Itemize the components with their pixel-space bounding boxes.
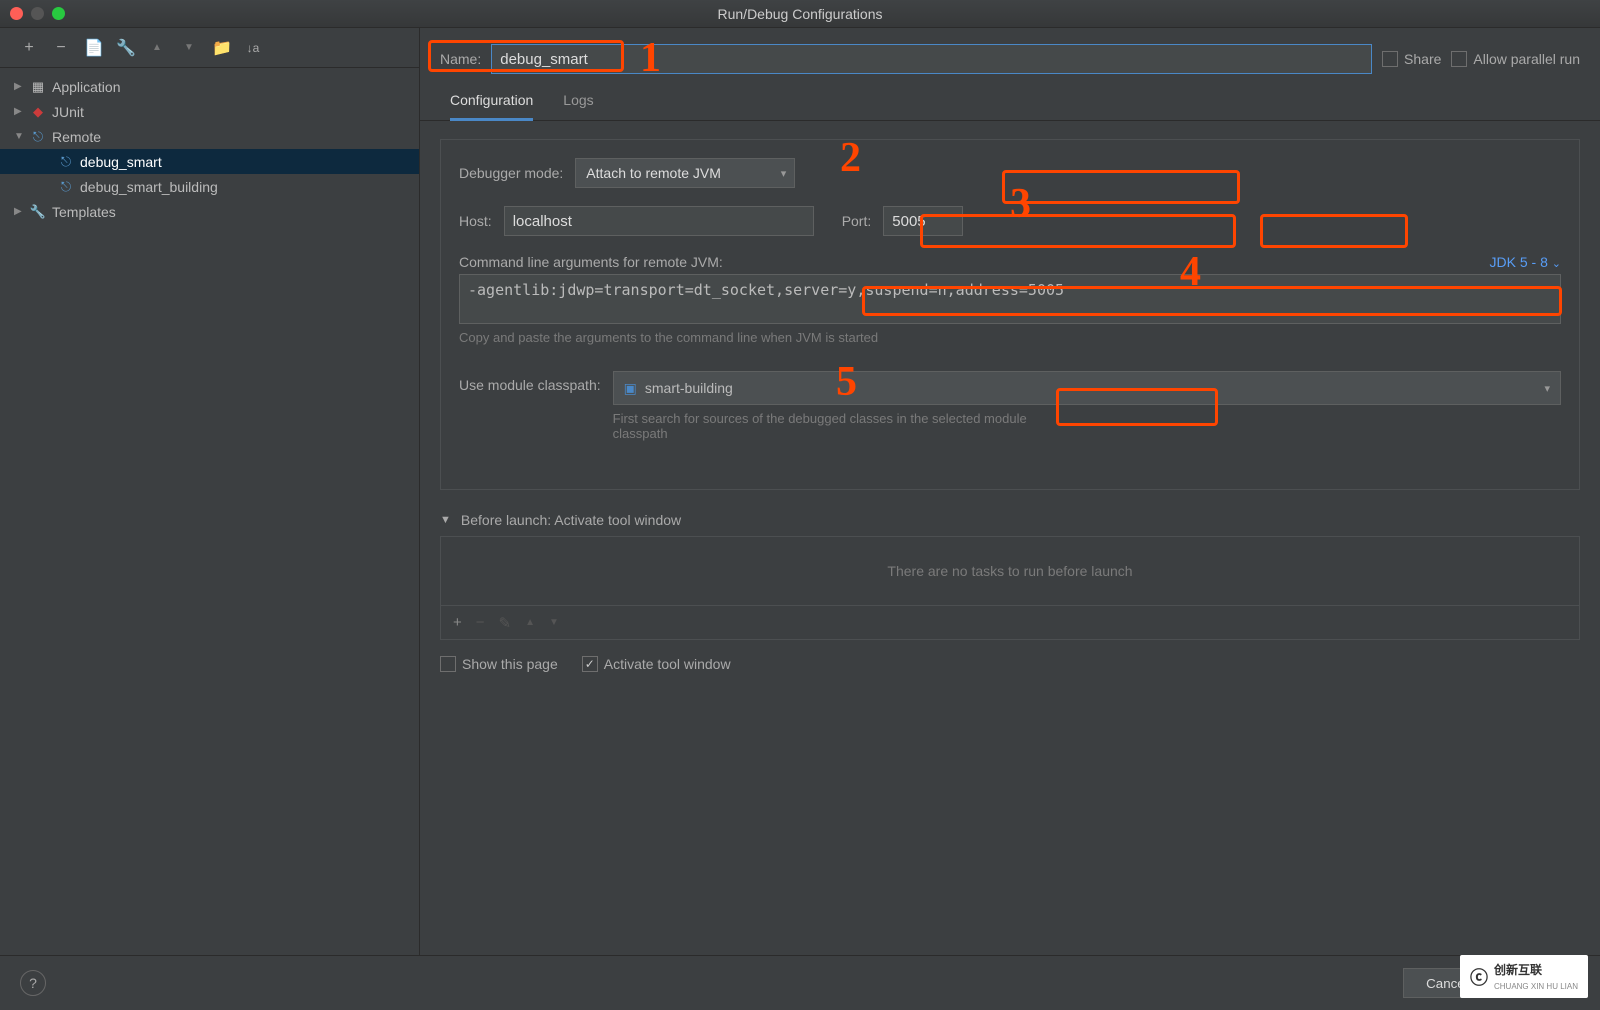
right-panel: Name: Share Allow parallel run Configura…	[420, 28, 1600, 955]
watermark-subtext: CHUANG XIN HU LIAN	[1494, 982, 1578, 991]
templates-icon: 🔧	[28, 204, 48, 220]
debugger-mode-select[interactable]: Attach to remote JVM	[575, 158, 795, 188]
activate-label: Activate tool window	[604, 656, 731, 672]
cmdline-hint: Copy and paste the arguments to the comm…	[459, 330, 1561, 345]
checkbox-icon	[1451, 51, 1467, 67]
tree-label: debug_smart	[80, 154, 162, 170]
name-label: Name:	[440, 51, 481, 67]
tab-configuration[interactable]: Configuration	[450, 92, 533, 121]
share-checkbox[interactable]: Share	[1382, 51, 1441, 67]
tree-label: debug_smart_building	[80, 179, 218, 195]
config-tree: ▶ ▦ Application ▶ ◆ JUnit ▼ ⎋ Remote ⎋ d…	[0, 68, 419, 955]
name-row: Name: Share Allow parallel run	[420, 28, 1600, 82]
tree-node-application[interactable]: ▶ ▦ Application	[0, 74, 419, 99]
module-classpath-select[interactable]: ▣ smart-building	[613, 371, 1561, 405]
checkbox-icon	[1382, 51, 1398, 67]
before-launch-options: Show this page Activate tool window	[440, 656, 1580, 672]
tab-logs[interactable]: Logs	[563, 92, 593, 120]
move-up-button[interactable]: ▲	[148, 42, 166, 53]
name-input[interactable]	[491, 44, 1372, 74]
titlebar: Run/Debug Configurations	[0, 0, 1600, 28]
before-launch-header[interactable]: ▼ Before launch: Activate tool window	[440, 512, 1580, 528]
tree-label: Application	[52, 79, 121, 95]
remote-icon: ⎋	[28, 129, 48, 145]
module-value: smart-building	[645, 380, 733, 396]
watermark: ⓒ 创新互联 CHUANG XIN HU LIAN	[1460, 955, 1588, 998]
module-label: Use module classpath:	[459, 377, 601, 393]
copy-config-button[interactable]: 📄	[84, 38, 102, 58]
folder-icon: ▣	[624, 380, 637, 397]
chevron-down-icon: ▼	[14, 131, 28, 142]
chevron-down-icon: ▼	[440, 514, 451, 526]
before-launch-title: Before launch: Activate tool window	[461, 512, 681, 528]
move-task-down-button[interactable]: ▼	[549, 617, 559, 628]
move-down-button[interactable]: ▼	[180, 42, 198, 53]
show-page-label: Show this page	[462, 656, 558, 672]
tree-node-remote[interactable]: ▼ ⎋ Remote	[0, 124, 419, 149]
debugger-mode-label: Debugger mode:	[459, 165, 563, 181]
tree-label: Templates	[52, 204, 116, 220]
cmdline-header-row: Command line arguments for remote JVM: J…	[459, 254, 1561, 270]
window-title: Run/Debug Configurations	[0, 6, 1600, 22]
folder-button[interactable]: 📁	[212, 38, 230, 58]
host-port-row: Host: Port:	[459, 206, 1561, 236]
cmdline-label: Command line arguments for remote JVM:	[459, 254, 723, 270]
debugger-mode-row: Debugger mode: Attach to remote JVM	[459, 158, 1561, 188]
remove-task-button[interactable]: −	[476, 614, 485, 631]
junit-icon: ◆	[28, 104, 48, 120]
tree-node-debug-smart-building[interactable]: ⎋ debug_smart_building	[0, 174, 419, 199]
content: + − 📄 🔧 ▲ ▼ 📁 ↓a ▶ ▦ Application ▶ ◆ JUn…	[0, 28, 1600, 955]
host-label: Host:	[459, 213, 492, 229]
tree-node-debug-smart[interactable]: ⎋ debug_smart	[0, 149, 419, 174]
host-input[interactable]	[504, 206, 814, 236]
parallel-label: Allow parallel run	[1473, 51, 1580, 67]
port-input[interactable]	[883, 206, 963, 236]
before-launch-toolbar: + − ✎ ▲ ▼	[440, 606, 1580, 640]
application-icon: ▦	[28, 79, 48, 95]
left-panel: + − 📄 🔧 ▲ ▼ 📁 ↓a ▶ ▦ Application ▶ ◆ JUn…	[0, 28, 420, 955]
before-launch-list: There are no tasks to run before launch	[440, 536, 1580, 606]
add-task-button[interactable]: +	[453, 614, 462, 631]
tabs: Configuration Logs	[420, 82, 1600, 121]
select-value: Attach to remote JVM	[586, 165, 721, 181]
left-toolbar: + − 📄 🔧 ▲ ▼ 📁 ↓a	[0, 28, 419, 68]
port-label: Port:	[842, 213, 872, 229]
module-row: Use module classpath: ▣ smart-building F…	[459, 371, 1561, 441]
chevron-right-icon: ▶	[14, 81, 28, 92]
add-config-button[interactable]: +	[20, 39, 38, 57]
empty-tasks-text: There are no tasks to run before launch	[887, 563, 1132, 579]
watermark-text: 创新互联	[1494, 963, 1542, 977]
activate-tool-window-checkbox[interactable]: Activate tool window	[582, 656, 731, 672]
share-label: Share	[1404, 51, 1441, 67]
cmdline-field[interactable]: -agentlib:jdwp=transport=dt_socket,serve…	[459, 274, 1561, 324]
checkbox-icon	[440, 656, 456, 672]
chevron-right-icon: ▶	[14, 106, 28, 117]
config-panel: Debugger mode: Attach to remote JVM Host…	[440, 139, 1580, 490]
footer: ? Cancel Apply	[0, 955, 1600, 1010]
remote-icon: ⎋	[56, 179, 76, 195]
edit-defaults-button[interactable]: 🔧	[116, 38, 134, 58]
tree-label: JUnit	[52, 104, 84, 120]
show-page-checkbox[interactable]: Show this page	[440, 656, 558, 672]
tree-node-junit[interactable]: ▶ ◆ JUnit	[0, 99, 419, 124]
watermark-logo-icon: ⓒ	[1470, 964, 1488, 990]
parallel-checkbox[interactable]: Allow parallel run	[1451, 51, 1580, 67]
module-hint: First search for sources of the debugged…	[613, 411, 1073, 441]
remove-config-button[interactable]: −	[52, 39, 70, 57]
checkbox-checked-icon	[582, 656, 598, 672]
help-button[interactable]: ?	[20, 970, 46, 996]
tree-label: Remote	[52, 129, 101, 145]
move-task-up-button[interactable]: ▲	[525, 617, 535, 628]
tree-node-templates[interactable]: ▶ 🔧 Templates	[0, 199, 419, 224]
chevron-down-icon: ⌄	[1552, 258, 1561, 270]
edit-task-button[interactable]: ✎	[499, 614, 512, 632]
chevron-right-icon: ▶	[14, 206, 28, 217]
sort-button[interactable]: ↓a	[244, 41, 262, 55]
remote-icon: ⎋	[56, 154, 76, 170]
jdk-link-text: JDK 5 - 8	[1490, 254, 1548, 270]
jdk-version-link[interactable]: JDK 5 - 8 ⌄	[1490, 254, 1561, 270]
